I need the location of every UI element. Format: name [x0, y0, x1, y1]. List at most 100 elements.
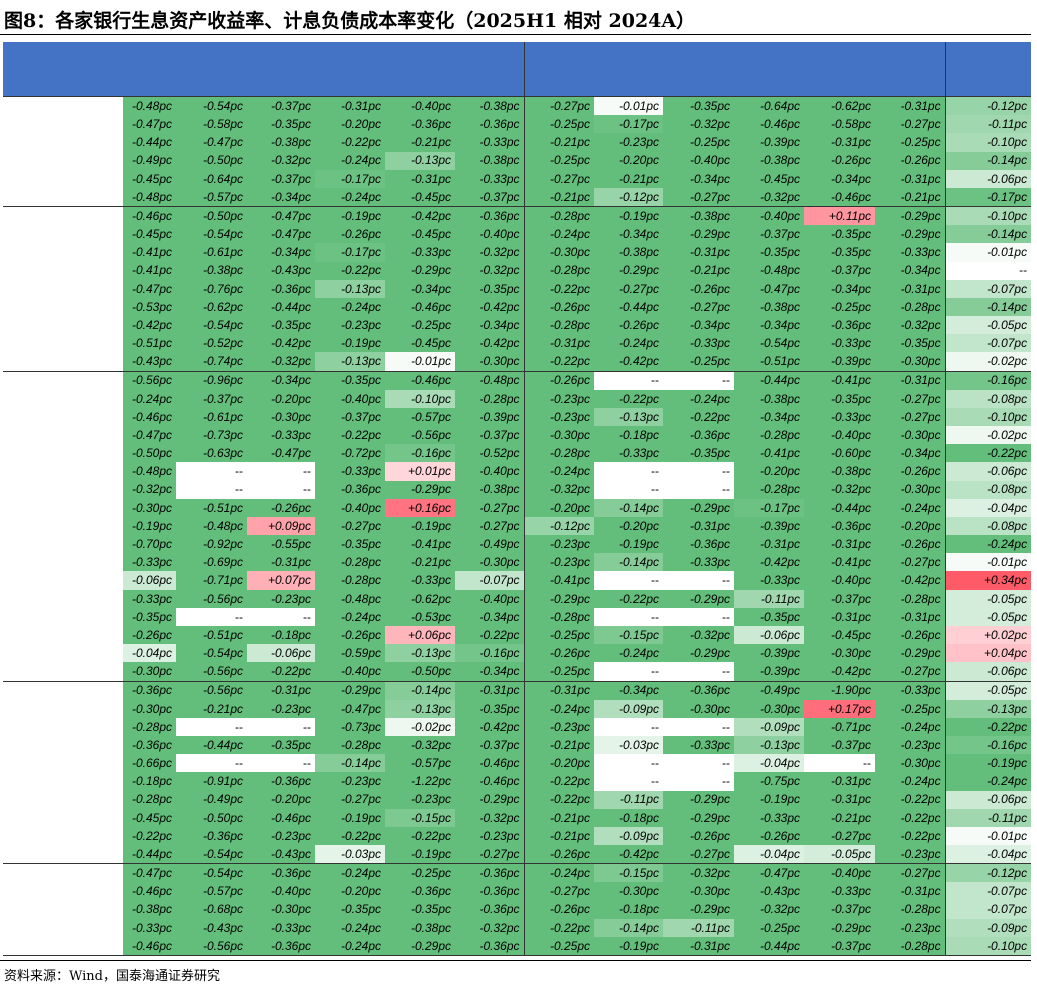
value-cell: -0.20pc	[247, 790, 315, 809]
value-cell: -0.35pc	[875, 334, 946, 353]
bank-name	[3, 352, 123, 371]
value-cell: -0.39pc	[455, 407, 525, 427]
value-cell: -0.27pc	[663, 845, 735, 864]
value-cell: -0.27pc	[875, 553, 946, 572]
value-cell: +0.16pc	[385, 498, 455, 517]
table-row: -0.46pc -0.50pc -0.47pc -0.19pc -0.42pc -0.36…	[3, 206, 1032, 226]
value-cell: -0.63pc	[176, 444, 247, 463]
value-cell: -0.36pc	[663, 680, 735, 700]
value-cell: -0.11pc	[944, 808, 1032, 827]
value-cell: -0.07pc	[944, 900, 1032, 919]
value-cell: -0.13pc	[315, 279, 385, 298]
table-row: -0.46pc -0.56pc -0.36pc -0.24pc -0.29pc -0.36…	[3, 936, 1032, 957]
header-row-columns	[3, 60, 1031, 97]
value-cell: -0.40pc	[663, 151, 735, 170]
value-cell: -0.46pc	[455, 772, 525, 791]
value-cell: -0.29pc	[663, 790, 735, 809]
value-cell: -0.36pc	[455, 882, 525, 901]
value-cell: -0.50pc	[123, 444, 176, 463]
value-cell: -0.27pc	[875, 389, 946, 408]
value-cell: -0.22pc	[315, 133, 385, 152]
value-cell: -0.40pc	[385, 96, 455, 116]
value-cell: -0.22pc	[455, 625, 525, 645]
value-cell: -0.36pc	[385, 882, 455, 901]
bank-name	[3, 298, 123, 316]
value-cell: -0.19pc	[385, 845, 455, 864]
value-cell: -0.22pc	[315, 261, 385, 280]
value-cell: -1.90pc	[804, 680, 876, 700]
value-cell: -0.47pc	[123, 279, 176, 298]
value-cell: -0.26pc	[804, 151, 876, 170]
value-cell: -0.28pc	[875, 900, 946, 919]
value-cell: -0.24pc	[875, 498, 946, 517]
table-row: -0.56pc -0.96pc -0.34pc -0.35pc -0.46pc -0.48…	[3, 370, 1032, 390]
value-cell: -0.32pc	[247, 352, 315, 372]
value-cell: -0.37pc	[315, 407, 385, 427]
value-cell: -0.17pc	[734, 498, 805, 517]
value-cell: -0.38pc	[734, 297, 805, 317]
value-cell: -0.12pc	[944, 96, 1032, 116]
value-cell: -0.46pc	[247, 808, 315, 827]
value-cell: -0.13pc	[944, 699, 1032, 718]
value-cell: -0.60pc	[804, 444, 876, 463]
value-cell: -0.01pc	[944, 243, 1032, 262]
value-cell: -0.42pc	[385, 206, 455, 226]
value-cell: -0.22pc	[663, 407, 735, 427]
value-cell: -0.30pc	[875, 352, 946, 372]
value-cell: -0.14pc	[385, 680, 455, 700]
value-cell: -0.43pc	[247, 845, 315, 864]
value-cell: -0.32pc	[875, 316, 946, 335]
value-cell: -0.31pc	[804, 535, 876, 554]
value-cell: -0.37pc	[455, 426, 525, 445]
value-cell: -0.04pc	[944, 845, 1032, 864]
value-cell: -0.20pc	[315, 882, 385, 901]
value-cell: -0.09pc	[594, 699, 664, 718]
value-cell: -0.22pc	[944, 444, 1032, 463]
value-cell: -0.40pc	[247, 882, 315, 901]
value-cell: --	[944, 261, 1032, 280]
value-cell: -0.47pc	[123, 115, 176, 134]
value-cell: -0.13pc	[385, 644, 455, 663]
value-cell: -0.11pc	[594, 790, 664, 809]
value-cell: --	[804, 754, 876, 773]
value-cell: +0.09pc	[247, 516, 315, 536]
value-cell: -0.19pc	[594, 206, 664, 226]
value-cell: -0.21pc	[875, 187, 946, 207]
table-row: -0.42pc -0.54pc -0.35pc -0.23pc -0.25pc -0.34…	[3, 316, 1032, 335]
value-cell: -0.46pc	[123, 206, 176, 226]
value-cell: -0.52pc	[455, 444, 525, 463]
value-cell: -0.27pc	[875, 662, 946, 681]
value-cell: -0.32pc	[734, 900, 805, 919]
value-cell: -0.56pc	[176, 589, 247, 608]
value-cell: -0.29pc	[385, 936, 455, 957]
value-cell: -0.39pc	[804, 352, 876, 372]
value-cell: -0.43pc	[734, 882, 805, 901]
value-cell: -0.10pc	[944, 407, 1032, 427]
value-cell: -0.06pc	[944, 662, 1032, 681]
value-cell: -0.04pc	[123, 644, 176, 663]
value-cell: -0.24pc	[663, 389, 735, 408]
value-cell: -0.06pc	[247, 644, 315, 663]
header-row-groups	[3, 42, 1032, 97]
value-cell: -0.44pc	[247, 297, 315, 317]
value-cell: -0.28pc	[734, 426, 805, 445]
value-cell: -0.34pc	[734, 407, 805, 427]
value-cell: -0.23pc	[523, 717, 595, 737]
table-row: -0.22pc -0.36pc -0.23pc -0.22pc -0.22pc -0.23…	[3, 826, 1032, 846]
value-cell: -0.31pc	[804, 607, 876, 626]
value-cell: -0.06pc	[944, 790, 1032, 809]
value-cell: -0.12pc	[523, 516, 595, 536]
value-cell: -0.51pc	[176, 498, 247, 517]
bank-name	[3, 188, 123, 207]
value-cell: -0.25pc	[663, 133, 735, 152]
value-cell: -0.21pc	[385, 133, 455, 152]
value-cell: -0.22pc	[123, 826, 176, 846]
value-cell: -0.28pc	[123, 790, 176, 809]
value-cell: -0.30pc	[123, 699, 176, 718]
value-cell: -0.03pc	[315, 845, 385, 864]
value-cell: -0.33pc	[875, 243, 946, 262]
bank-name	[3, 553, 123, 571]
value-cell: --	[176, 607, 247, 626]
value-cell: -0.42pc	[247, 334, 315, 353]
bank-name	[3, 626, 123, 644]
